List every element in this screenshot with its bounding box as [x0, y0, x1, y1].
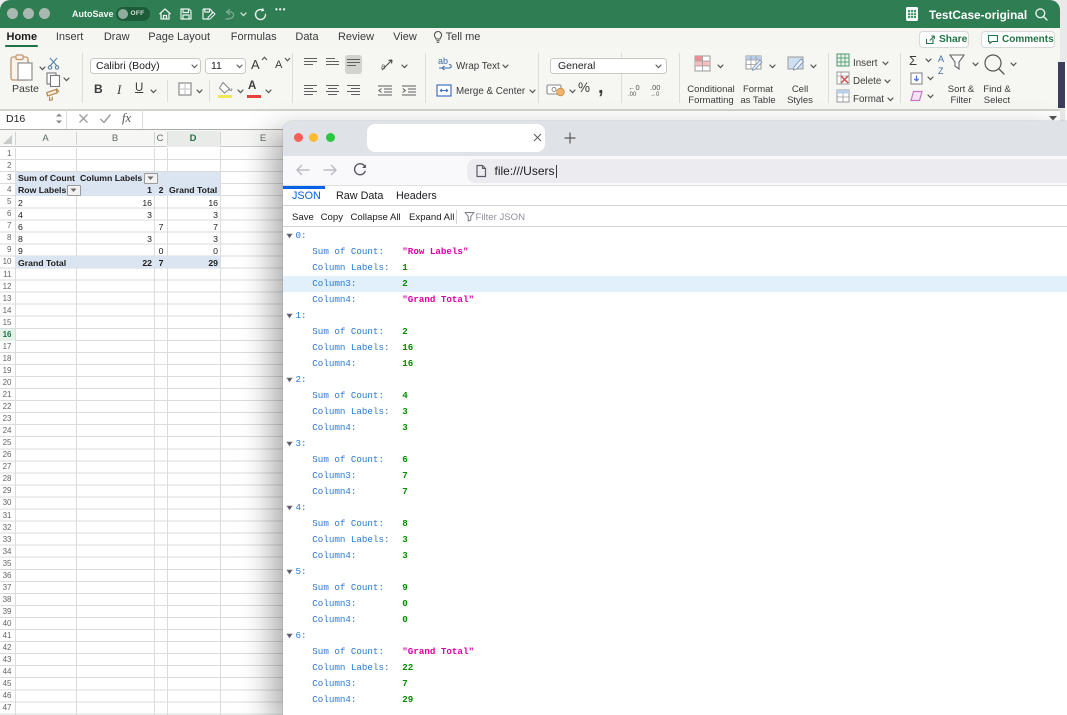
svg-text:→0: →0 — [650, 92, 660, 96]
svg-text:.00: .00 — [650, 83, 660, 92]
svg-text:ab: ab — [438, 56, 448, 66]
svg-text:A: A — [938, 54, 944, 64]
svg-text:a: a — [381, 62, 386, 71]
svg-text:Z: Z — [938, 66, 944, 76]
svg-text:.00: .00 — [628, 92, 637, 96]
svg-text:←0: ←0 — [628, 83, 640, 92]
